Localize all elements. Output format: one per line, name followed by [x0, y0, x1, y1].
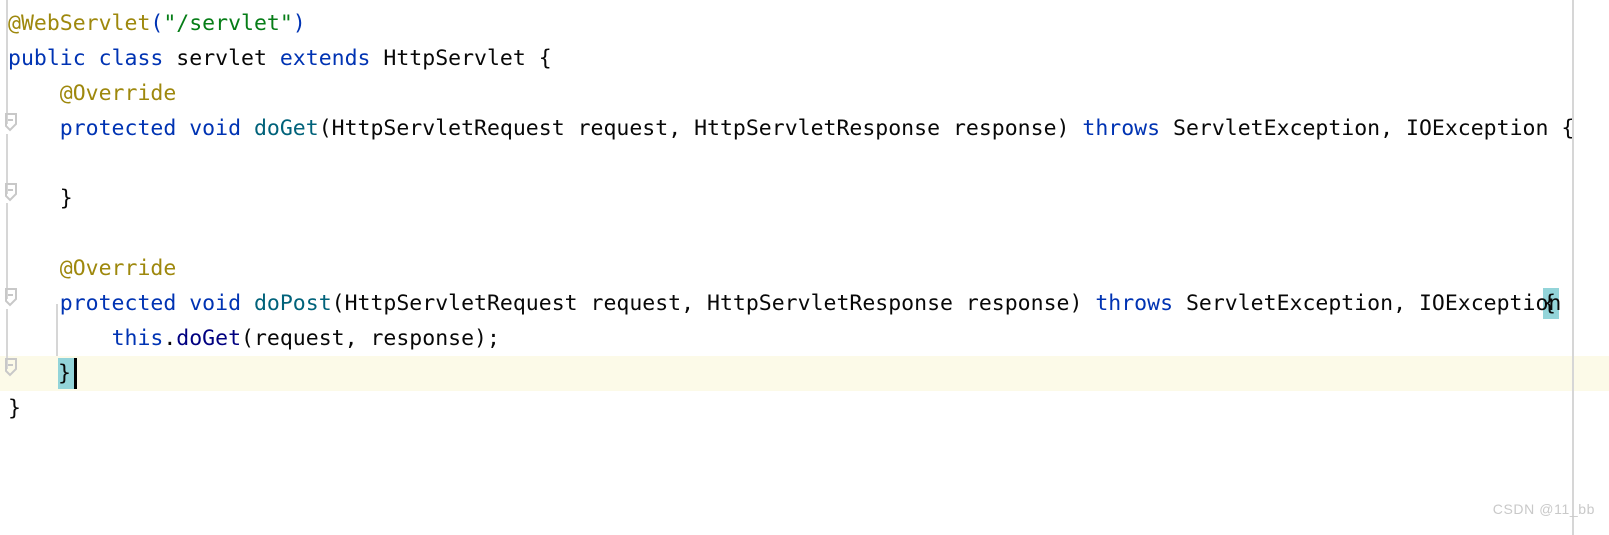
gutter-rail-2	[6, 203, 8, 299]
csdn-watermark: CSDN @11_bb	[1492, 500, 1595, 517]
code-token: @Override	[59, 256, 177, 281]
code-line-0[interactable]: @WebServlet("/servlet")	[0, 6, 306, 41]
code-token: class	[98, 46, 164, 71]
open-brace-dopost-glyph: {	[1543, 291, 1556, 316]
code-token: throws	[1095, 291, 1174, 316]
code-token: extends	[279, 46, 371, 71]
code-token: void	[189, 291, 242, 316]
current-line-highlight	[0, 356, 1609, 391]
code-line-2[interactable]: @Override	[0, 76, 177, 111]
code-token: .	[163, 326, 177, 351]
code-token: (request, response);	[241, 326, 500, 351]
code-token: ServletException, IOException {	[1160, 116, 1575, 141]
text-caret	[74, 358, 77, 389]
code-token: throws	[1082, 116, 1161, 141]
fold-marker-dopost-end[interactable]	[0, 358, 22, 380]
code-editor-viewport[interactable]: @WebServlet("/servlet") public class serv…	[0, 0, 1609, 535]
right-margin-guide	[1572, 0, 1574, 535]
code-token: doGet	[176, 326, 242, 351]
code-line-3[interactable]: protected void doGet(HttpServletRequest …	[0, 111, 1575, 146]
fold-marker-dopost-start[interactable]	[0, 288, 22, 310]
code-token: ServletException, IOException	[1173, 291, 1575, 316]
code-token: doPost	[253, 291, 332, 316]
code-token: servlet	[163, 46, 280, 71]
editor-gutter-fold-strip[interactable]	[0, 0, 22, 535]
code-line-7[interactable]: @Override	[0, 251, 177, 286]
fold-marker-doget-start[interactable]	[0, 113, 22, 135]
code-token: @Override	[59, 81, 177, 106]
fold-marker-doget-end[interactable]	[0, 183, 22, 205]
code-token: HttpServlet {	[370, 46, 552, 71]
code-line-9[interactable]: this.doGet(request, response);	[0, 321, 500, 356]
code-token: doGet	[253, 116, 319, 141]
code-line-8[interactable]: protected void doPost(HttpServletRequest…	[0, 286, 1574, 321]
code-token: protected	[59, 291, 177, 316]
gutter-rail-0	[6, 0, 8, 124]
code-token: void	[189, 116, 242, 141]
code-token: (	[150, 11, 164, 36]
close-brace-dopost-glyph: }	[58, 361, 71, 386]
code-token: this	[111, 326, 164, 351]
code-line-1[interactable]: public class servlet extends HttpServlet…	[0, 41, 552, 76]
code-token: "/servlet"	[163, 11, 293, 36]
code-token: (HttpServletRequest request, HttpServlet…	[331, 291, 1096, 316]
code-token: @WebServlet	[8, 11, 151, 36]
code-token: (HttpServletRequest request, HttpServlet…	[318, 116, 1083, 141]
code-token: )	[292, 11, 306, 36]
code-token: protected	[59, 116, 177, 141]
